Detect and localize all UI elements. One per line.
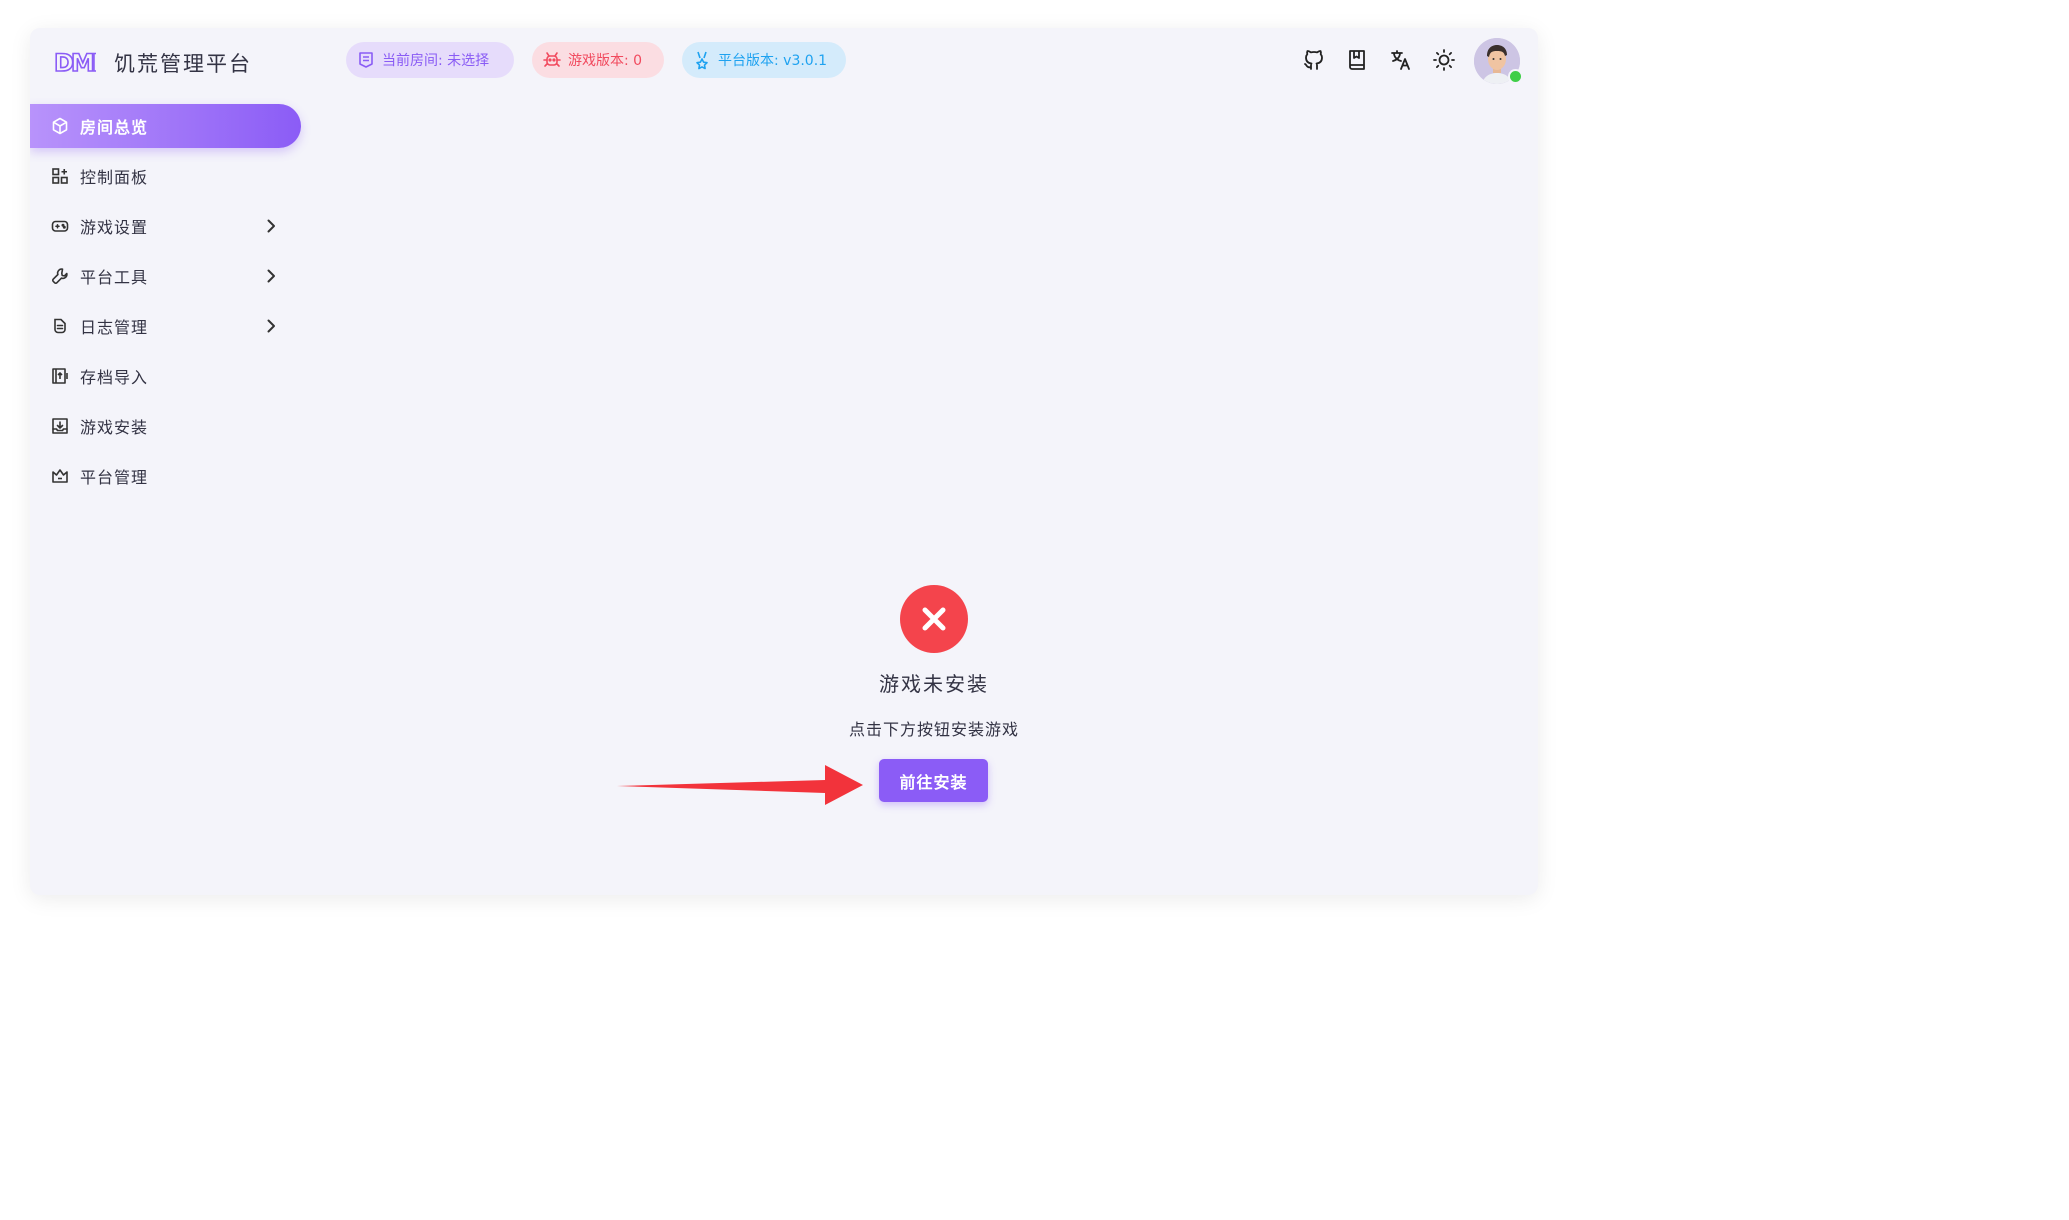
- main-content: 游戏未安装 点击下方按钮安装游戏 前往安装: [30, 28, 1538, 895]
- status-subtitle: 点击下方按钮安装游戏: [848, 720, 1019, 739]
- go-install-button[interactable]: 前往安装: [879, 759, 988, 802]
- error-icon: [900, 585, 968, 653]
- app-window: DMP 饥荒管理平台 当前房间: 未选择 游戏版本: 0 平台版本: v3.0.…: [30, 28, 1538, 895]
- annotation-arrow: [617, 765, 863, 805]
- status-title: 游戏未安装: [879, 672, 989, 696]
